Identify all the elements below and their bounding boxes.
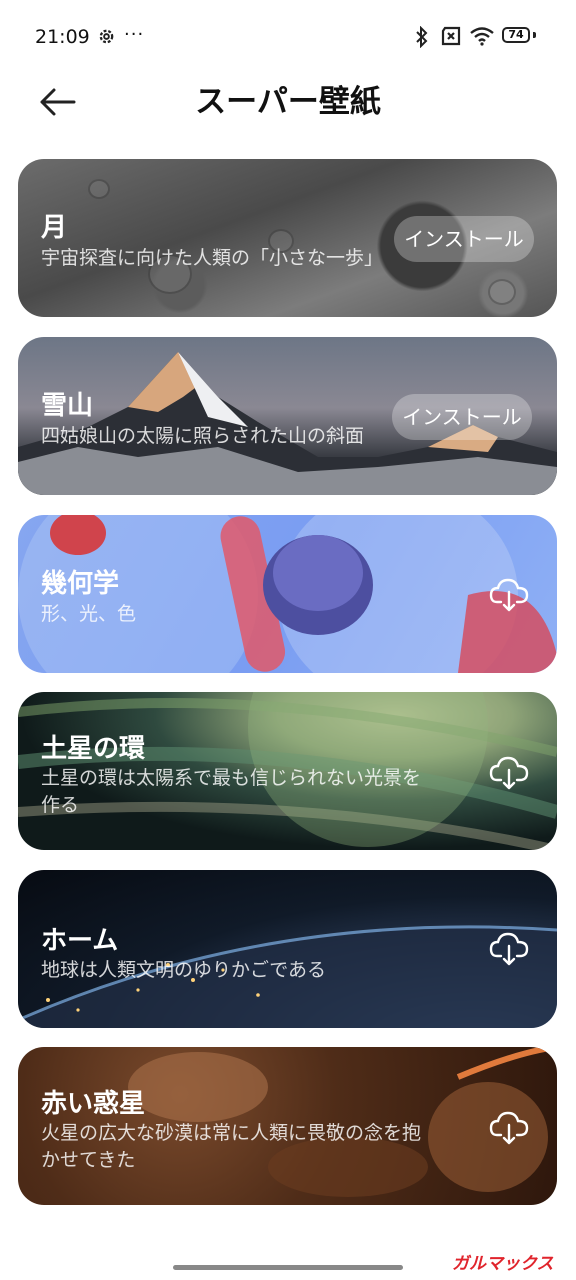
- bluetooth-icon: [415, 25, 429, 52]
- install-button[interactable]: インストール: [394, 216, 534, 262]
- card-title: 土星の環: [41, 734, 146, 764]
- install-button[interactable]: インストール: [392, 394, 532, 440]
- card-description: 宇宙探査に向けた人類の「小さな一歩」: [41, 247, 384, 269]
- moon-crater: [88, 179, 110, 199]
- wallpaper-card-home[interactable]: ホーム 地球は人類文明のゆりかごである: [18, 870, 557, 1028]
- status-bar: 21:09 ··· 74: [0, 0, 576, 76]
- download-icon[interactable]: [489, 574, 529, 614]
- card-title: 月: [41, 213, 68, 243]
- download-icon[interactable]: [489, 928, 529, 968]
- page-title: スーパー壁紙: [195, 84, 381, 120]
- watermark: ガルマックス: [452, 1254, 554, 1274]
- more-status-icon: ···: [124, 24, 145, 45]
- battery-icon: 74: [502, 27, 530, 43]
- wallpaper-card-red-planet[interactable]: 赤い惑星 火星の広大な砂漠は常に人類に畏敬の念を抱かせてきた: [18, 1047, 557, 1205]
- card-title: 幾何学: [41, 569, 120, 599]
- download-icon[interactable]: [489, 1107, 529, 1147]
- no-sim-icon: [440, 26, 462, 50]
- status-time: 21:09: [35, 26, 90, 48]
- wallpaper-card-snow-mountain[interactable]: 雪山 四姑娘山の太陽に照らされた山の斜面 インストール: [18, 337, 557, 495]
- card-description: 火星の広大な砂漠は常に人類に畏敬の念を抱かせてきた: [41, 1122, 422, 1171]
- wallpaper-card-saturn[interactable]: 土星の環 土星の環は太陽系で最も信じられない光景を作る: [18, 692, 557, 850]
- card-description: 形、光、色: [41, 603, 137, 625]
- card-description: 四姑娘山の太陽に照らされた山の斜面: [41, 425, 365, 447]
- card-title: 雪山: [41, 391, 94, 421]
- card-description: 地球は人類文明のゆりかごである: [41, 959, 327, 981]
- card-title: 赤い惑星: [41, 1089, 146, 1119]
- moon-crater: [488, 279, 516, 305]
- download-icon[interactable]: [489, 752, 529, 792]
- card-title: ホーム: [41, 926, 119, 956]
- card-description: 土星の環は太陽系で最も信じられない光景を作る: [41, 767, 422, 816]
- wallpaper-card-geometry[interactable]: 幾何学 形、光、色: [18, 515, 557, 673]
- gear-icon: [97, 27, 116, 50]
- battery-tip: [533, 32, 536, 38]
- wallpaper-card-moon[interactable]: 月 宇宙探査に向けた人類の「小さな一歩」 インストール: [18, 159, 557, 317]
- home-indicator[interactable]: [173, 1265, 403, 1270]
- wifi-icon: [469, 26, 495, 50]
